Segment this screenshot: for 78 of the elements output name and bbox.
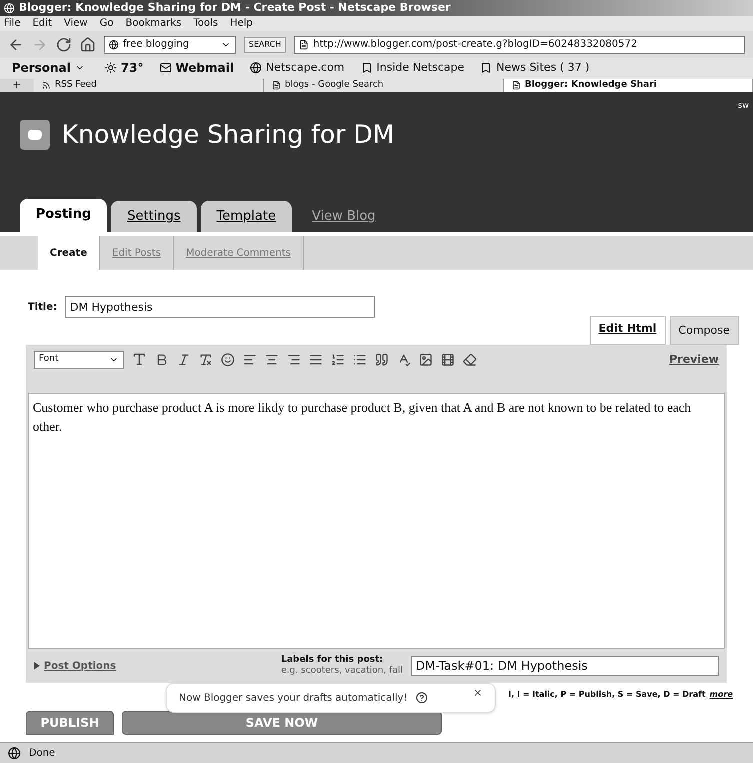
search-button[interactable]: SEARCH	[244, 36, 286, 52]
align-center-icon[interactable]	[265, 352, 279, 367]
user-text: sw	[738, 100, 749, 112]
blogger-logo	[20, 120, 50, 150]
blog-title: Knowledge Sharing for DM	[62, 119, 394, 152]
eraser-icon[interactable]	[463, 352, 477, 367]
address-field[interactable]: http://www.blogger.com/post-create.g?blogID=60248332080572	[294, 36, 745, 54]
bookmark-icon	[360, 62, 373, 74]
bookmark-icon	[480, 62, 492, 74]
font-size-icon[interactable]	[132, 352, 147, 368]
new-tab-icon[interactable]	[12, 80, 22, 90]
close-icon[interactable]	[473, 688, 483, 698]
weather-link[interactable]: 73°	[121, 59, 144, 78]
personal-menu[interactable]: Personal	[8, 59, 89, 78]
bookmark-link[interactable]: Netscape.com	[266, 60, 345, 77]
more-link[interactable]: more	[710, 689, 733, 702]
globe-icon	[250, 62, 262, 74]
italic-icon[interactable]	[177, 352, 191, 367]
menu-item[interactable]: Tools	[194, 16, 218, 32]
save-now-button[interactable]: SAVE NOW	[122, 711, 442, 736]
subtab[interactable]: Create	[38, 236, 100, 270]
bold-icon[interactable]	[155, 352, 169, 367]
labels-field[interactable]: DM-Task#01: DM Hypothesis	[411, 656, 719, 676]
menu-item[interactable]: View	[64, 16, 88, 32]
publish-button[interactable]: PUBLISH	[26, 711, 114, 736]
spellcheck-icon[interactable]	[397, 352, 411, 367]
rss-icon	[42, 80, 51, 90]
post-options-link[interactable]: Post Options	[44, 658, 116, 674]
search-field[interactable]: free blogging	[104, 36, 236, 54]
browser-icon	[4, 2, 15, 14]
browser-tab[interactable]: blogs - Google Search	[264, 78, 504, 92]
post-body-text: Customer who purchase product A is more likdy to purchase product B, given that A and B are not known to be related to each other.	[33, 398, 692, 436]
home-icon[interactable]	[80, 36, 96, 52]
post-body-editor[interactable]: Customer who purchase product A is more likdy to purchase product B, given that A and B are not known to be related to each other.	[28, 392, 725, 650]
align-left-icon[interactable]	[243, 352, 257, 367]
labels-label: Labels for this post:	[281, 655, 384, 666]
help-icon[interactable]	[416, 692, 428, 704]
tooltip-text: Now Blogger saves your drafts automatically!	[179, 692, 408, 706]
editor-mode-tab[interactable]: Edit Html	[590, 316, 666, 345]
menu-item[interactable]: Help	[230, 16, 254, 32]
webmail-link[interactable]: Webmail	[176, 59, 234, 78]
bookmark-folder[interactable]: News Sites ( 37 )	[496, 60, 590, 77]
bullet-list-icon[interactable]	[353, 352, 367, 367]
browser-tab[interactable]: Blogger: Knowledge Shari	[504, 78, 753, 92]
back-icon[interactable]	[8, 36, 24, 52]
expand-icon	[34, 662, 40, 670]
smiley-icon[interactable]	[221, 352, 235, 367]
align-justify-icon[interactable]	[309, 352, 323, 367]
browser-tab[interactable]: RSS Feed	[34, 78, 264, 92]
status-text: Done	[29, 746, 56, 761]
tab[interactable]: Posting	[20, 198, 108, 232]
font-select[interactable]: Font	[34, 350, 124, 369]
title-field[interactable]: DM Hypothesis	[65, 296, 376, 318]
bookmark-folder[interactable]: Inside Netscape	[376, 60, 464, 77]
page-icon	[512, 80, 521, 90]
sun-icon	[105, 62, 117, 74]
page-icon	[299, 40, 310, 50]
reload-icon[interactable]	[56, 36, 72, 52]
align-right-icon[interactable]	[287, 352, 301, 367]
numbered-list-icon[interactable]	[331, 352, 345, 367]
menu-item[interactable]: Bookmarks	[126, 16, 182, 32]
tab[interactable]: View Blog	[296, 200, 392, 232]
image-icon[interactable]	[419, 352, 433, 367]
preview-link[interactable]: Preview	[669, 352, 719, 368]
keyboard-shortcuts: l, I = Italic, P = Publish, S = Save, D = Draft	[508, 689, 706, 702]
video-icon[interactable]	[441, 352, 455, 367]
menu-item[interactable]: Edit	[32, 16, 52, 32]
labels-hint: e.g. scooters, vacation, fall	[281, 666, 403, 678]
window-title: Blogger: Knowledge Sharing for DM - Create Post - Netscape Browser	[19, 0, 451, 16]
quote-icon[interactable]	[375, 352, 389, 367]
editor-mode-tab[interactable]: Compose	[670, 316, 739, 345]
tab[interactable]: Settings	[111, 200, 197, 232]
page-icon	[272, 80, 281, 90]
menu-item[interactable]: File	[4, 16, 21, 32]
tab[interactable]: Template	[200, 200, 292, 232]
menu-item[interactable]: Go	[100, 16, 114, 32]
mail-icon	[160, 62, 172, 74]
field-label: Title:	[28, 300, 58, 315]
